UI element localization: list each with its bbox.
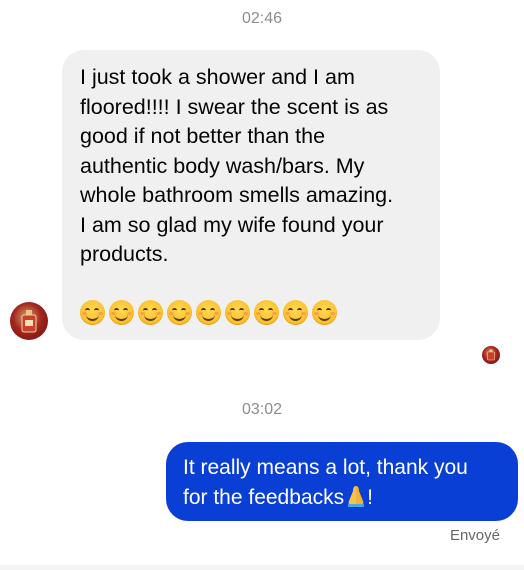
smiling-face-emoji-icon — [196, 300, 221, 325]
smiling-face-emoji-icon — [283, 300, 308, 325]
perfume-bottle-icon — [487, 349, 495, 361]
smiling-face-emoji-icon — [80, 300, 105, 325]
outgoing-message-trailing-text: ! — [367, 485, 373, 509]
bottom-divider — [0, 565, 524, 570]
folded-hands-icon — [348, 485, 365, 507]
smiling-face-emoji-icon — [225, 300, 250, 325]
sender-avatar[interactable] — [10, 302, 48, 340]
perfume-bottle-icon — [21, 310, 37, 333]
smiling-face-emoji-icon — [254, 300, 279, 325]
incoming-message-text: I just took a shower and I am floored!!!… — [80, 65, 394, 266]
outgoing-message-bubble[interactable]: It really means a lot, thank you for the… — [166, 442, 518, 521]
delivery-status: Envoyé — [449, 527, 500, 544]
smiling-face-emoji-icon — [109, 300, 134, 325]
smiling-face-emoji-icon — [167, 300, 192, 325]
smiling-face-emoji-icon — [138, 300, 163, 325]
timestamp: 03:02 — [241, 401, 283, 418]
read-receipt-avatar — [482, 346, 500, 364]
smiling-face-emoji-icon — [312, 300, 337, 325]
outgoing-message-text: It really means a lot, thank you for the… — [183, 456, 468, 509]
incoming-message-bubble[interactable]: I just took a shower and I am floored!!!… — [62, 50, 440, 340]
emoji-row — [80, 300, 337, 325]
timestamp: 02:46 — [241, 10, 283, 27]
